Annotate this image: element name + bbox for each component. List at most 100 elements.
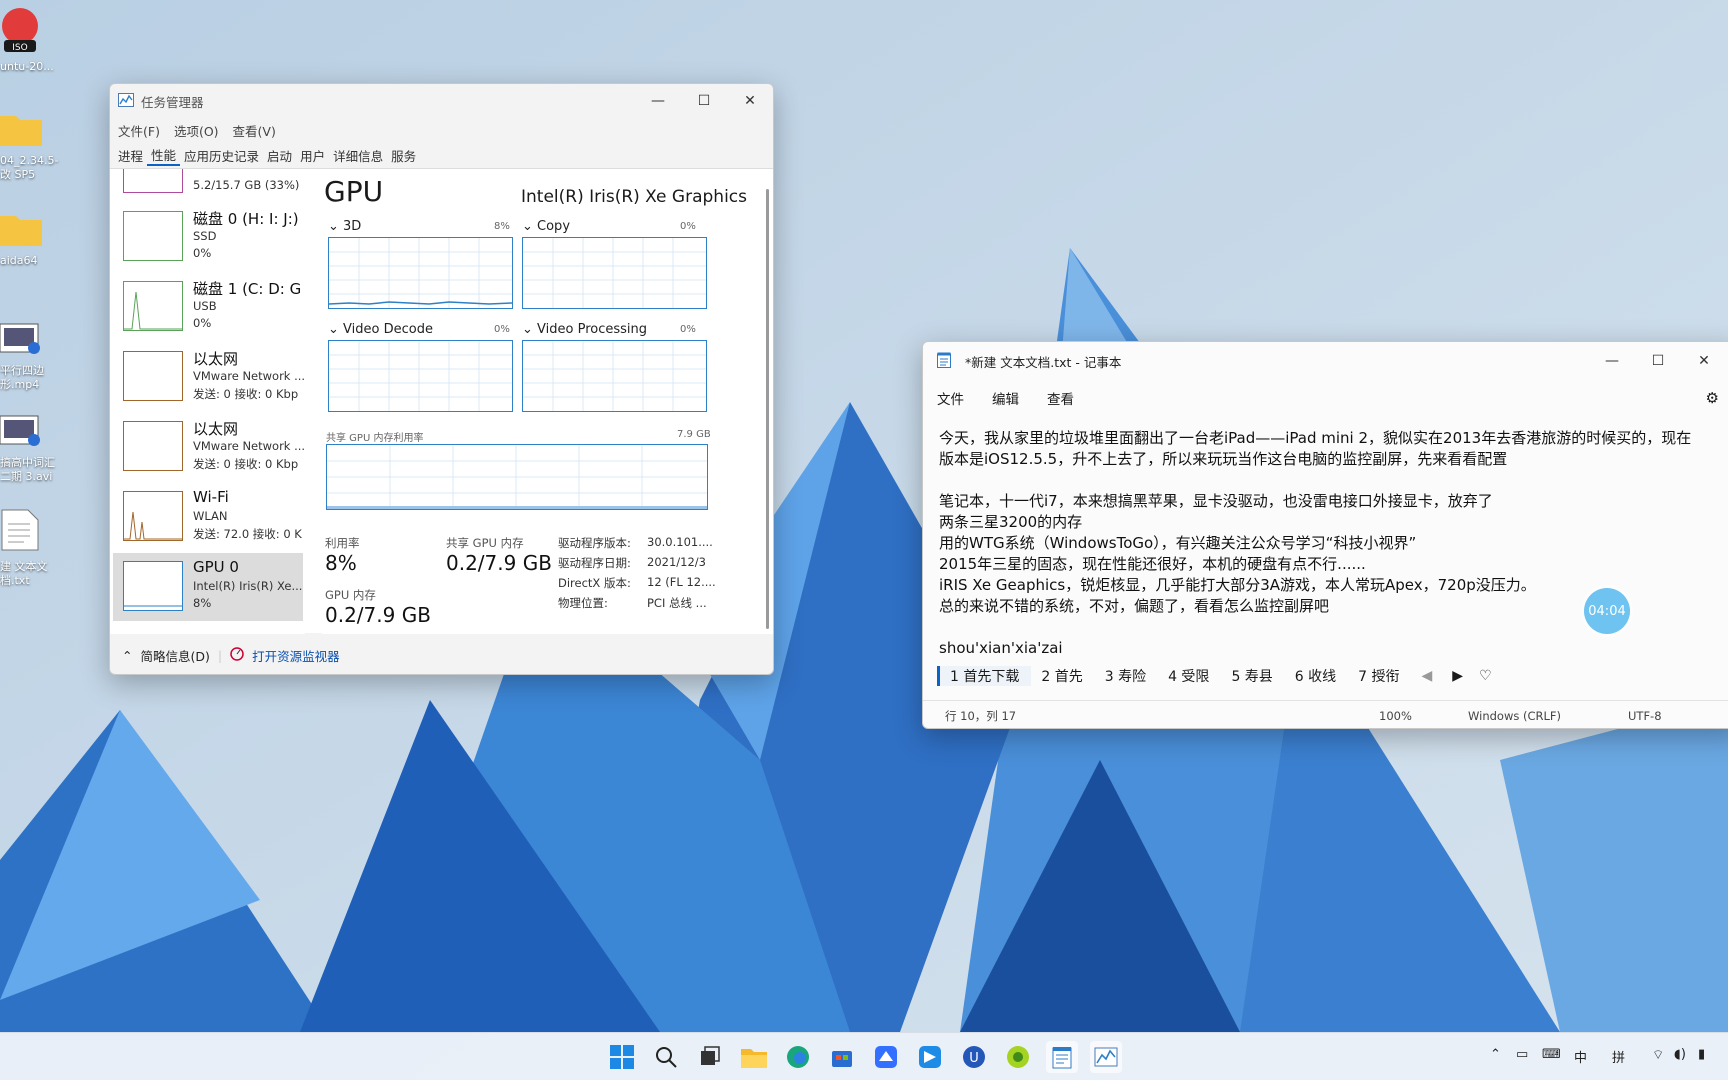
usb-icon[interactable]: ▭: [1516, 1047, 1528, 1062]
ime-candidate[interactable]: 1 首先下载: [937, 666, 1032, 686]
tab-app-history[interactable]: 应用历史记录: [180, 146, 263, 165]
ime-prev-icon[interactable]: ◀: [1412, 668, 1443, 684]
open-resource-monitor-link[interactable]: 打开资源监视器: [252, 646, 340, 665]
sidebar-item-disk1[interactable]: 磁盘 1 (C: D: G USB 0%: [113, 273, 303, 341]
zoom-level: 100%: [1379, 708, 1412, 723]
engine-name: Video Processing: [537, 322, 648, 337]
sidebar-item-disk0[interactable]: 磁盘 0 (H: I: J:) SSD 0%: [113, 203, 303, 271]
engine-decode-label[interactable]: ⌄ Video Decode: [328, 322, 433, 337]
menu-file[interactable]: 文件: [937, 388, 964, 408]
input-language[interactable]: 中: [1574, 1047, 1587, 1066]
ime-next-icon[interactable]: ▶: [1442, 668, 1473, 684]
sidebar-item-ethernet-2[interactable]: 以太网 VMware Network ... 发送: 0 接收: 0 Kbp: [113, 413, 305, 481]
sidebar-item-name: 以太网: [193, 420, 239, 438]
task-manager-taskbar-icon[interactable]: [1090, 1041, 1122, 1073]
chevron-up-icon[interactable]: ⌃: [1490, 1047, 1501, 1062]
menu-view[interactable]: 查看: [1047, 388, 1074, 408]
feishu-icon[interactable]: [870, 1041, 902, 1073]
ime-candidate[interactable]: 3 寿险: [1095, 666, 1158, 686]
engine-processing-label[interactable]: ⌄ Video Processing: [522, 322, 647, 337]
close-button[interactable]: ✕: [1681, 344, 1727, 378]
ime-candidate[interactable]: 7 授衔: [1348, 666, 1411, 686]
sidebar-item-gpu0[interactable]: GPU 0 Intel(R) Iris(R) Xe... 8%: [113, 553, 303, 621]
detail-value: 12 (FL 12....: [647, 575, 716, 589]
desktop-icon-video-1[interactable]: 平行四边 形.mp4: [0, 322, 60, 392]
detail-scrollbar[interactable]: [766, 189, 769, 629]
ime-mode[interactable]: 拼: [1612, 1047, 1625, 1066]
wifi-icon[interactable]: ⌔: [1652, 1047, 1664, 1063]
engine-copy-label[interactable]: ⌄ Copy: [522, 219, 570, 234]
video-file-icon: [0, 322, 60, 360]
tab-services[interactable]: 服务: [387, 146, 420, 165]
notepad-taskbar-icon[interactable]: [1046, 1041, 1078, 1073]
notepad-titlebar[interactable]: *新建 文本文档.txt - 记事本 — ☐ ✕: [923, 342, 1728, 380]
text-file-icon: [0, 508, 60, 556]
ime-candidate[interactable]: 4 受限: [1158, 666, 1221, 686]
resource-monitor-icon: [230, 646, 244, 664]
desktop-icon-folder-1[interactable]: 04_2.34.5- 改 SP5: [0, 110, 60, 182]
desktop-icon-folder-2[interactable]: aida64: [0, 210, 60, 268]
folder-icon: [0, 210, 60, 250]
engine-name: 3D: [343, 219, 362, 234]
chevron-up-icon[interactable]: ⌃: [122, 648, 132, 663]
sidebar-item-line2: SSD: [193, 229, 217, 243]
menu-view[interactable]: 查看(V): [233, 121, 276, 140]
desktop-icon-iso[interactable]: ISO untu-20...: [0, 6, 60, 74]
engine-3d-label[interactable]: ⌄ 3D: [328, 219, 361, 234]
iso-disc-icon: ISO: [0, 6, 60, 56]
notepad-window[interactable]: *新建 文本文档.txt - 记事本 — ☐ ✕ 文件 编辑 查看 ⚙ 今天，我…: [922, 341, 1728, 729]
ime-candidate[interactable]: 2 首先: [1031, 666, 1094, 686]
recording-timer-badge[interactable]: 04:04: [1584, 588, 1630, 634]
desktop-icon-video-2[interactable]: 搞高中词汇 二期 3.avi: [0, 414, 60, 484]
volume-icon[interactable]: ◖): [1674, 1047, 1686, 1062]
store-icon[interactable]: [826, 1041, 858, 1073]
battery-icon[interactable]: ▮: [1698, 1047, 1705, 1062]
shared-memory-graph: [326, 444, 708, 510]
maximize-button[interactable]: ☐: [681, 84, 727, 118]
desktop-icon-label: 建 文本文 档.txt: [0, 560, 48, 587]
ime-candidate[interactable]: 5 寿县: [1221, 666, 1284, 686]
detail-value: 2021/12/3: [647, 555, 706, 569]
task-manager-titlebar[interactable]: 任务管理器 — ☐ ✕: [110, 84, 773, 118]
fewer-details-link[interactable]: 简略信息(D): [140, 646, 209, 665]
task-view-icon[interactable]: [694, 1041, 726, 1073]
desktop-icon-textfile[interactable]: 建 文本文 档.txt: [0, 508, 60, 588]
menu-edit[interactable]: 编辑: [992, 388, 1019, 408]
engine-copy-percent: 0%: [680, 221, 696, 232]
file-explorer-icon[interactable]: [738, 1041, 770, 1073]
sidebar-item-memory[interactable]: 5.2/15.7 GB (33%): [113, 169, 303, 203]
notepad-title: *新建 文本文档.txt - 记事本: [965, 354, 1122, 370]
edge-icon[interactable]: [782, 1041, 814, 1073]
engine-name: Video Decode: [343, 322, 433, 337]
gpu-title: GPU: [324, 175, 384, 208]
close-button[interactable]: ✕: [727, 84, 773, 118]
task-manager-window[interactable]: 任务管理器 — ☐ ✕ 文件(F) 选项(O) 查看(V) 进程 性能 应用历史…: [109, 83, 774, 675]
maximize-button[interactable]: ☐: [1635, 344, 1681, 378]
app-bird-icon[interactable]: [914, 1041, 946, 1073]
performance-sidebar: 5.2/15.7 GB (33%) 磁盘 0 (H: I: J:) SSD 0%…: [110, 169, 305, 634]
tab-processes[interactable]: 进程: [114, 146, 147, 165]
search-icon[interactable]: [650, 1041, 682, 1073]
start-button[interactable]: [606, 1041, 638, 1073]
sidebar-item-ethernet-1[interactable]: 以太网 VMware Network ... 发送: 0 接收: 0 Kbp: [113, 343, 305, 411]
detail-key: DirectX 版本:: [558, 576, 631, 590]
ime-candidate[interactable]: 6 收线: [1285, 666, 1348, 686]
gear-icon[interactable]: ⚙: [1706, 389, 1719, 407]
app-u-icon[interactable]: U: [958, 1041, 990, 1073]
menu-file[interactable]: 文件(F): [118, 121, 160, 140]
tab-performance[interactable]: 性能: [147, 145, 181, 166]
menu-options[interactable]: 选项(O): [174, 121, 219, 140]
tab-startup[interactable]: 启动: [263, 146, 296, 165]
minimize-button[interactable]: —: [1589, 344, 1635, 378]
keyboard-icon[interactable]: ⌨: [1542, 1047, 1561, 1062]
tab-details[interactable]: 详细信息: [329, 146, 387, 165]
minimize-button[interactable]: —: [635, 84, 681, 118]
engine-processing-graph: [522, 340, 707, 412]
desktop-icon-label: 搞高中词汇 二期 3.avi: [0, 456, 55, 483]
detail-value: PCI 总线 ...: [647, 596, 707, 610]
shared-memory-max: 7.9 GB: [677, 429, 711, 440]
ime-emoji-icon[interactable]: ♡: [1473, 668, 1498, 684]
app-green-icon[interactable]: [1002, 1041, 1034, 1073]
tab-users[interactable]: 用户: [296, 146, 329, 165]
sidebar-item-wifi[interactable]: Wi-Fi WLAN 发送: 72.0 接收: 0 K: [113, 483, 303, 551]
